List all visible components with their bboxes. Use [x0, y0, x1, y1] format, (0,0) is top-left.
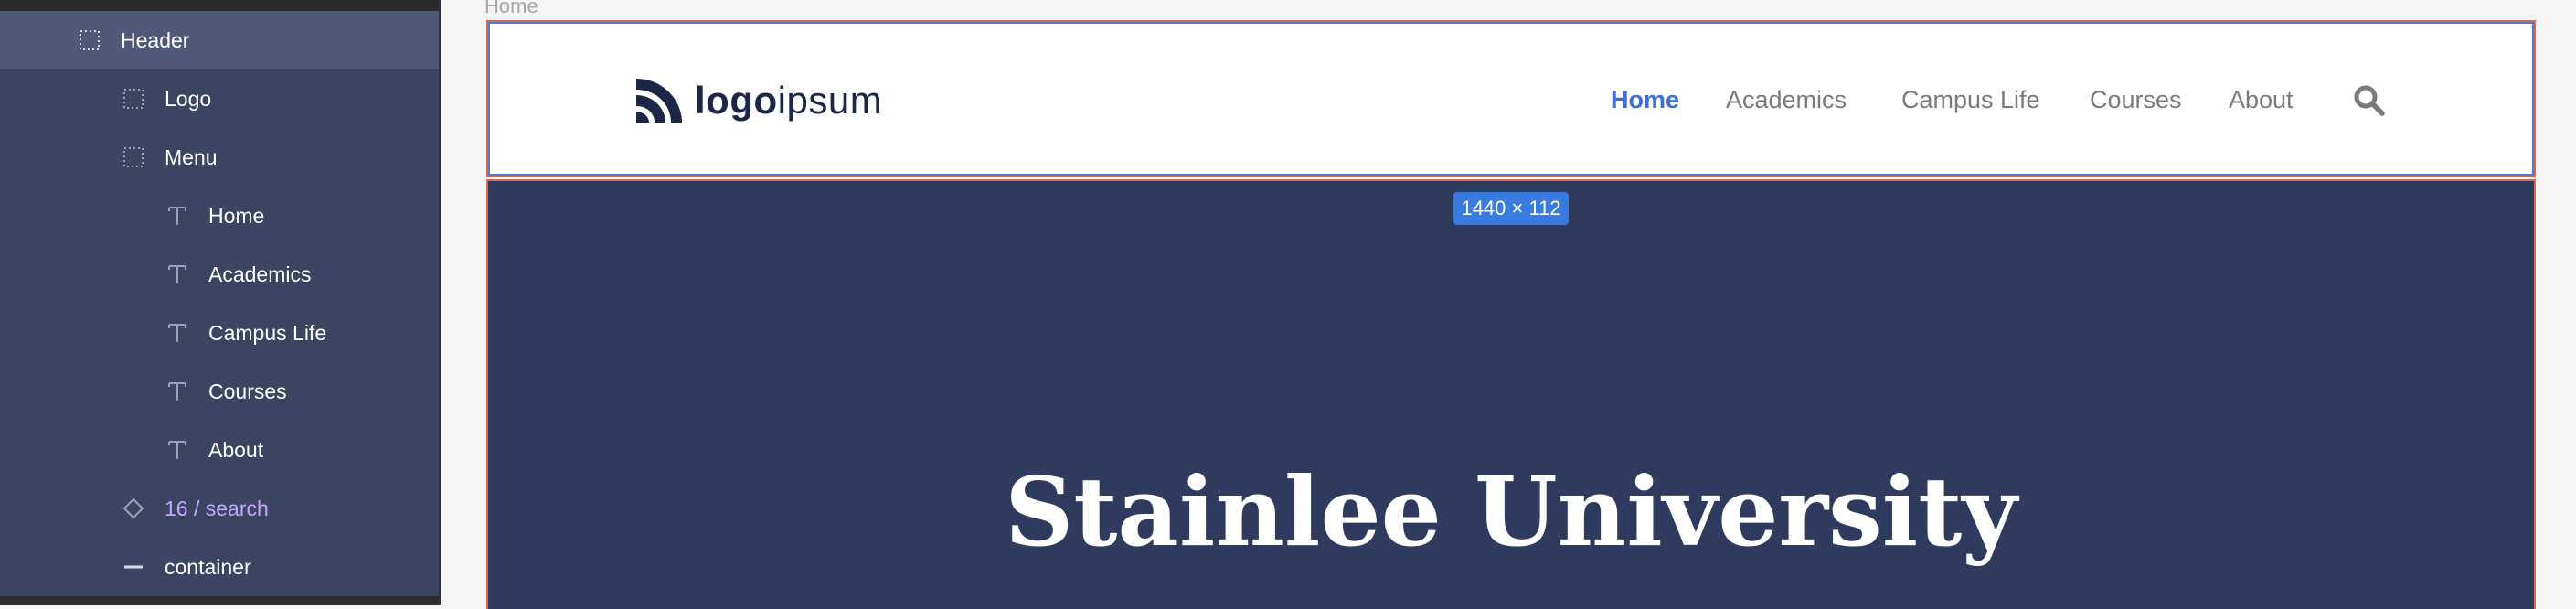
layer-label: Campus Life — [208, 320, 327, 345]
text-icon — [165, 320, 190, 346]
layer-label: 16 / search — [165, 496, 269, 520]
logo[interactable]: logoipsum — [634, 77, 882, 124]
text-icon — [165, 262, 190, 287]
frame-icon — [121, 86, 146, 112]
layer-menu[interactable]: Menu — [0, 128, 439, 187]
layer-text-campus-life[interactable]: Campus Life — [0, 304, 439, 362]
layer-label: Courses — [208, 379, 287, 403]
nav-home[interactable]: Home — [1611, 86, 1679, 114]
layer-text-home[interactable]: Home — [0, 187, 439, 245]
logo-text: logoipsum — [695, 79, 883, 122]
layer-text-about[interactable]: About — [0, 421, 439, 479]
layers-bottom-bar — [0, 596, 439, 605]
nav-academics[interactable]: Academics — [1726, 86, 1847, 114]
hero-section: Stainlee University — [486, 179, 2536, 609]
layer-label: Home — [208, 203, 265, 228]
layers-panel: Header Logo Menu Home Academics Campus L… — [0, 0, 441, 605]
layer-label: Logo — [165, 86, 212, 111]
text-icon — [165, 379, 190, 404]
header-frame[interactable]: logoipsum Home Academics Campus Life Cou… — [486, 20, 2536, 177]
layers-top-bar — [0, 0, 439, 11]
layer-logo[interactable]: Logo — [0, 69, 439, 128]
frame-icon — [121, 144, 146, 170]
layer-header[interactable]: Header — [0, 11, 439, 69]
layer-text-courses[interactable]: Courses — [0, 362, 439, 421]
layer-label: Menu — [165, 144, 218, 169]
text-icon — [165, 203, 190, 229]
layer-label: container — [165, 554, 251, 579]
layer-container[interactable]: container — [0, 538, 439, 596]
frame-icon — [77, 27, 102, 53]
frame-label[interactable]: Home — [484, 0, 538, 18]
hero-title: Stainlee University — [1005, 455, 2017, 568]
layer-component-search[interactable]: 16 / search — [0, 479, 439, 538]
nav-campus-life[interactable]: Campus Life — [1901, 86, 2040, 114]
size-badge: 1440 × 112 — [1453, 192, 1569, 225]
nav-courses[interactable]: Courses — [2090, 86, 2182, 114]
layer-label: About — [208, 437, 264, 462]
search-icon[interactable] — [2353, 84, 2386, 122]
line-icon — [121, 554, 146, 580]
text-icon — [165, 437, 190, 463]
logo-mark-icon — [636, 79, 682, 123]
component-icon — [121, 496, 146, 521]
layer-label: Header — [121, 27, 190, 52]
layer-text-academics[interactable]: Academics — [0, 245, 439, 304]
layer-label: Academics — [208, 262, 312, 286]
nav-about[interactable]: About — [2229, 86, 2294, 114]
